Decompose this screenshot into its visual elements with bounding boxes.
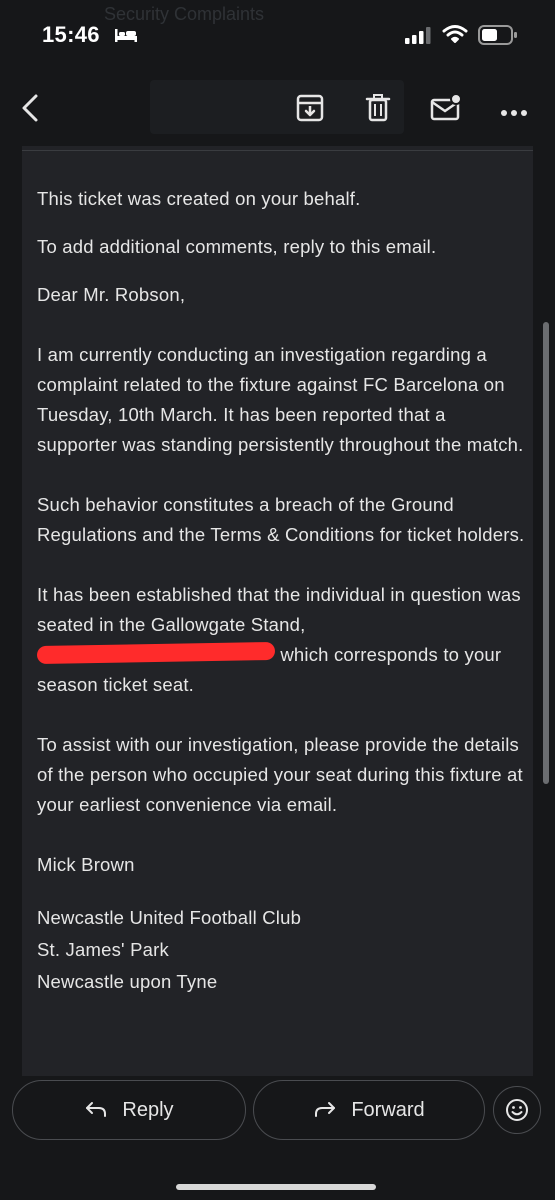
divider bbox=[22, 150, 533, 151]
scrollbar[interactable] bbox=[543, 322, 549, 784]
status-time: 15:46 bbox=[42, 22, 100, 47]
emoji-reaction-button[interactable] bbox=[493, 1086, 541, 1134]
paragraph-3: It has been established that the individ… bbox=[36, 580, 527, 700]
trash-icon[interactable] bbox=[365, 94, 391, 127]
signal-icon bbox=[404, 26, 434, 49]
forward-icon bbox=[313, 1100, 337, 1120]
reply-label: Reply bbox=[122, 1098, 174, 1121]
home-indicator bbox=[176, 1184, 376, 1190]
archive-icon[interactable] bbox=[296, 94, 324, 127]
greeting: Dear Mr. Robson, bbox=[37, 284, 186, 305]
reply-icon bbox=[84, 1100, 108, 1120]
status-bar: Security Complaints 15:46 bbox=[0, 0, 555, 70]
email-toolbar bbox=[0, 70, 555, 146]
intro-line-1: This ticket was created on your behalf. bbox=[37, 188, 361, 209]
paragraph-1: I am currently conducting an investigati… bbox=[37, 344, 524, 455]
mark-unread-icon[interactable] bbox=[430, 93, 462, 127]
forward-button[interactable]: Forward bbox=[253, 1080, 485, 1140]
action-bar: Reply Forward bbox=[0, 1076, 555, 1200]
wifi-icon bbox=[442, 24, 468, 49]
redaction-mark bbox=[36, 641, 276, 665]
address-line-3: Newcastle upon Tyne bbox=[37, 971, 218, 992]
bed-icon bbox=[114, 27, 138, 48]
ghost-subject-text: Security Complaints bbox=[104, 4, 265, 24]
reply-button[interactable]: Reply bbox=[12, 1080, 246, 1140]
intro-line-2: To add additional comments, reply to thi… bbox=[37, 236, 437, 257]
paragraph-3-start: It has been established that the individ… bbox=[37, 584, 521, 635]
battery-icon bbox=[478, 25, 518, 50]
email-body: This ticket was created on your behalf. … bbox=[22, 146, 533, 1076]
signature-name: Mick Brown bbox=[37, 854, 135, 875]
address-line-2: St. James' Park bbox=[37, 939, 169, 960]
address-line-1: Newcastle United Football Club bbox=[37, 907, 302, 928]
email-text: This ticket was created on your behalf. … bbox=[36, 184, 527, 998]
more-icon[interactable] bbox=[500, 104, 528, 122]
paragraph-2: Such behavior constitutes a breach of th… bbox=[37, 494, 525, 545]
paragraph-4: To assist with our investigation, please… bbox=[37, 734, 523, 815]
forward-label: Forward bbox=[351, 1098, 425, 1121]
back-icon[interactable] bbox=[18, 92, 46, 129]
smiley-icon bbox=[505, 1098, 529, 1122]
